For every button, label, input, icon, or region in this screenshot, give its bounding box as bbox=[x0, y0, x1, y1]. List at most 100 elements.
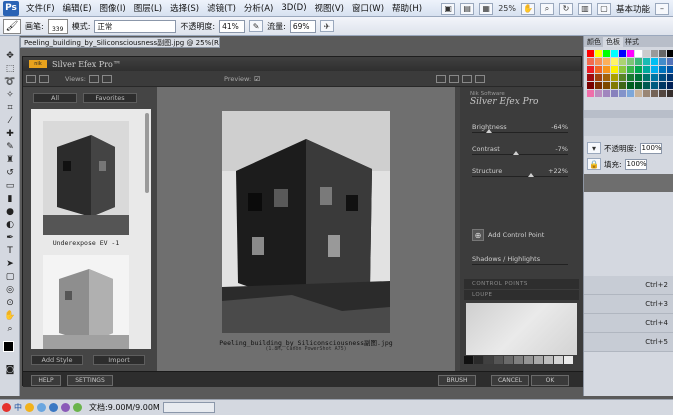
menu-help[interactable]: 帮助(H) bbox=[388, 2, 426, 14]
ime-keyboard-icon[interactable] bbox=[49, 403, 58, 412]
color-swatch[interactable] bbox=[643, 58, 650, 65]
color-swatch[interactable] bbox=[603, 90, 610, 97]
color-swatch[interactable] bbox=[651, 66, 658, 73]
color-swatch[interactable] bbox=[627, 82, 634, 89]
color-swatch[interactable] bbox=[643, 90, 650, 97]
color-swatch[interactable] bbox=[635, 50, 642, 57]
document-tab[interactable]: Peeling_building_by_Siliconsciousness副图.… bbox=[20, 37, 220, 48]
color-swatch[interactable] bbox=[635, 82, 642, 89]
import-button[interactable]: Import bbox=[93, 355, 145, 365]
color-swatch[interactable] bbox=[611, 82, 618, 89]
color-swatch[interactable] bbox=[659, 50, 666, 57]
menu-view[interactable]: 视图(V) bbox=[311, 2, 348, 14]
color-swatch[interactable] bbox=[619, 74, 626, 81]
favorites-button[interactable]: Favorites bbox=[83, 93, 137, 103]
zoom-view-icon[interactable] bbox=[448, 74, 459, 83]
blur-tool-icon[interactable]: ● bbox=[2, 206, 18, 218]
color-swatch[interactable] bbox=[643, 74, 650, 81]
color-swatch[interactable] bbox=[659, 74, 666, 81]
tool-preset-icon[interactable]: 🖌 bbox=[3, 18, 21, 34]
preview-photo[interactable] bbox=[222, 111, 390, 333]
color-swatch[interactable] bbox=[587, 50, 594, 57]
menu-select[interactable]: 选择(S) bbox=[166, 2, 203, 14]
color-swatch[interactable] bbox=[619, 66, 626, 73]
view-mode-2-icon[interactable] bbox=[102, 74, 113, 83]
settings-button[interactable]: SETTINGS bbox=[67, 375, 113, 386]
eyedropper-tool-icon[interactable]: ⁄ bbox=[2, 115, 18, 127]
screen-mode-icon[interactable]: ▢ bbox=[596, 2, 611, 15]
menu-3d[interactable]: 3D(D) bbox=[277, 3, 310, 13]
color-swatch[interactable] bbox=[595, 58, 602, 65]
shadows-highlights-row[interactable]: Shadows / Highlights bbox=[472, 255, 568, 265]
color-swatch[interactable] bbox=[667, 82, 673, 89]
gradient-tool-icon[interactable]: ▮ bbox=[2, 193, 18, 205]
ime-logo-icon[interactable] bbox=[2, 403, 11, 412]
color-swatch[interactable] bbox=[603, 66, 610, 73]
color-swatch[interactable] bbox=[587, 90, 594, 97]
color-swatch[interactable] bbox=[643, 82, 650, 89]
ime-settings-icon[interactable] bbox=[73, 403, 82, 412]
color-swatch[interactable] bbox=[635, 90, 642, 97]
crop-tool-icon[interactable]: ⌗ bbox=[2, 102, 18, 114]
channel-row[interactable]: Ctrl+2 bbox=[584, 276, 673, 295]
color-swatch[interactable] bbox=[603, 74, 610, 81]
color-swatch[interactable] bbox=[635, 58, 642, 65]
zoom-tool-icon[interactable]: ⌕ bbox=[2, 323, 18, 335]
arrange-icon[interactable]: ▥ bbox=[577, 2, 592, 15]
path-select-tool-icon[interactable]: ➤ bbox=[2, 258, 18, 270]
move-tool-icon[interactable]: ✥ bbox=[2, 50, 18, 62]
history-brush-tool-icon[interactable]: ↺ bbox=[2, 167, 18, 179]
mode-select[interactable]: 正常 bbox=[94, 19, 177, 33]
quick-mask-icon[interactable]: ◙ bbox=[2, 364, 18, 376]
stamp-tool-icon[interactable]: ♜ bbox=[2, 154, 18, 166]
healing-tool-icon[interactable]: ✚ bbox=[2, 128, 18, 140]
color-swatch[interactable] bbox=[627, 90, 634, 97]
slider-structure[interactable]: Structure +22% bbox=[472, 167, 568, 177]
menu-analysis[interactable]: 分析(A) bbox=[240, 2, 277, 14]
slider-brightness[interactable]: Brightness -64% bbox=[472, 123, 568, 133]
marquee-tool-icon[interactable]: ⬚ bbox=[2, 63, 18, 75]
hand-tool-icon[interactable]: ✋ bbox=[2, 310, 18, 322]
color-swatch[interactable] bbox=[603, 58, 610, 65]
color-swatch[interactable] bbox=[651, 50, 658, 57]
status-scroll[interactable] bbox=[162, 402, 215, 413]
color-swatch[interactable] bbox=[659, 66, 666, 73]
color-swatch[interactable] bbox=[643, 66, 650, 73]
brush-picker[interactable]: 339 bbox=[47, 18, 68, 34]
loupe-section[interactable]: LOUPE bbox=[464, 290, 579, 300]
single-view-icon[interactable] bbox=[26, 74, 36, 83]
color-swatch[interactable] bbox=[595, 66, 602, 73]
rotate-view-icon[interactable]: ↻ bbox=[558, 2, 573, 15]
menu-window[interactable]: 窗口(W) bbox=[348, 2, 388, 14]
color-swatch[interactable] bbox=[611, 50, 618, 57]
lock-icon[interactable]: 🔒 bbox=[587, 158, 601, 170]
opacity-field[interactable]: 41% bbox=[219, 19, 246, 33]
ime-moon-icon[interactable] bbox=[25, 403, 34, 412]
ok-button[interactable]: OK bbox=[531, 375, 569, 386]
ime-mode-icon[interactable]: 中 bbox=[14, 402, 22, 413]
color-swatch[interactable] bbox=[659, 58, 666, 65]
workspace-switcher[interactable]: 基本功能 bbox=[616, 3, 650, 15]
blend-mode-select[interactable]: ▾ bbox=[587, 142, 601, 154]
color-swatch[interactable] bbox=[627, 74, 634, 81]
bridge-icon[interactable]: ▣ bbox=[441, 2, 456, 15]
menu-edit[interactable]: 编辑(E) bbox=[59, 2, 96, 14]
slider-handle[interactable] bbox=[513, 151, 520, 155]
view-mode-1-icon[interactable] bbox=[89, 74, 100, 83]
color-swatch[interactable] bbox=[587, 66, 594, 73]
hand-icon[interactable]: ✋ bbox=[520, 2, 535, 15]
slider-handle[interactable] bbox=[486, 129, 493, 133]
color-swatch[interactable] bbox=[651, 82, 658, 89]
minibridge-icon[interactable]: ▤ bbox=[460, 2, 475, 15]
color-swatch[interactable] bbox=[627, 50, 634, 57]
channel-row[interactable]: Ctrl+3 bbox=[584, 295, 673, 314]
ime-punct-icon[interactable] bbox=[37, 403, 46, 412]
flow-field[interactable]: 69% bbox=[289, 19, 316, 33]
menu-filter[interactable]: 滤镜(T) bbox=[203, 2, 240, 14]
color-swatch[interactable] bbox=[611, 66, 618, 73]
style-thumbnail-2[interactable] bbox=[43, 255, 129, 349]
fit-view-icon[interactable] bbox=[474, 74, 485, 83]
brush-tool-icon[interactable]: ✎ bbox=[2, 141, 18, 153]
channel-row[interactable]: Ctrl+5 bbox=[584, 333, 673, 352]
color-swatch[interactable] bbox=[635, 66, 642, 73]
